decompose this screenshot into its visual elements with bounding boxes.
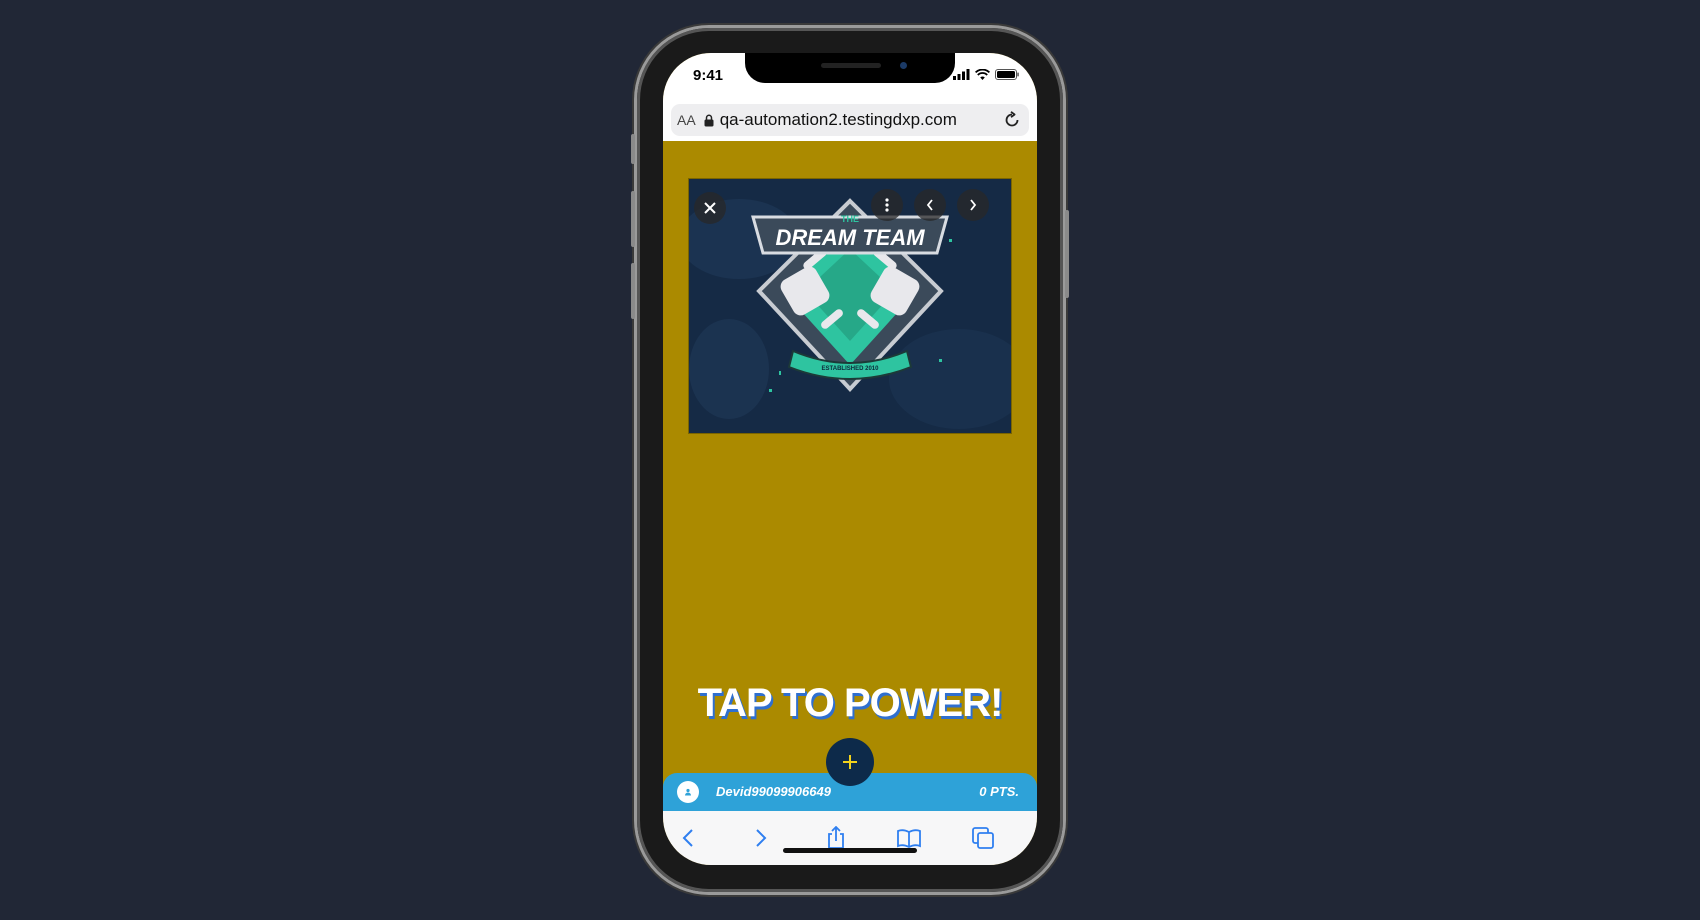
chevron-right-icon [756, 829, 767, 847]
close-button[interactable] [694, 192, 726, 224]
phone-screen: 9:41 AA qa-automation2.testingdxp.com TH… [663, 53, 1037, 865]
power-plus-button[interactable] [826, 738, 874, 786]
more-options-button[interactable] [871, 189, 903, 221]
logo-ribbon-text: ESTABLISHED 2010 [822, 366, 880, 372]
front-camera [900, 62, 907, 69]
battery-icon [995, 69, 1019, 80]
text-size-button[interactable]: AA [677, 112, 696, 128]
logo-title-text: DREAM TEAM [775, 225, 925, 250]
tap-to-power-heading[interactable]: TAP TO POWER! [663, 681, 1037, 726]
safari-toolbar [663, 811, 1037, 865]
chevron-left-icon [926, 199, 933, 211]
notch [745, 53, 955, 83]
mute-switch [631, 134, 635, 164]
username: Devid99099906649 [716, 784, 831, 799]
plus-icon [843, 755, 857, 769]
close-icon [704, 202, 716, 214]
chevron-right-icon [970, 199, 977, 211]
signal-icon [953, 69, 970, 80]
reload-icon[interactable] [1003, 111, 1021, 129]
lock-icon [704, 114, 714, 127]
address-bar[interactable]: AA qa-automation2.testingdxp.com [671, 104, 1029, 136]
user-icon [685, 788, 691, 796]
back-button[interactable] [673, 823, 703, 853]
next-button[interactable] [957, 189, 989, 221]
avatar[interactable] [677, 781, 699, 803]
status-time: 9:41 [693, 67, 724, 84]
volume-up-button [631, 191, 635, 247]
status-bar: 9:41 [663, 53, 1037, 101]
logo-top-text: THE [841, 214, 859, 224]
url-text[interactable]: qa-automation2.testingdxp.com [720, 110, 1003, 130]
status-icons [953, 69, 1019, 80]
share-icon [828, 826, 844, 849]
browser-address-area: AA qa-automation2.testingdxp.com [663, 101, 1037, 141]
home-indicator[interactable] [783, 848, 917, 853]
volume-down-button [631, 263, 635, 319]
points-count: 0 PTS. [979, 784, 1019, 799]
more-icon [885, 198, 889, 212]
chevron-left-icon [682, 829, 693, 847]
power-button [1065, 210, 1069, 298]
speaker [821, 63, 881, 68]
previous-button[interactable] [914, 189, 946, 221]
phone-frame: 9:41 AA qa-automation2.testingdxp.com TH… [631, 28, 1069, 892]
tabs-button[interactable] [968, 823, 998, 853]
forward-button[interactable] [746, 823, 776, 853]
media-viewer[interactable]: THE DREAM TEAM ESTABLISHED 2010 [688, 178, 1012, 434]
tabs-icon [972, 827, 994, 849]
wifi-icon [975, 69, 990, 80]
book-icon [897, 829, 921, 848]
